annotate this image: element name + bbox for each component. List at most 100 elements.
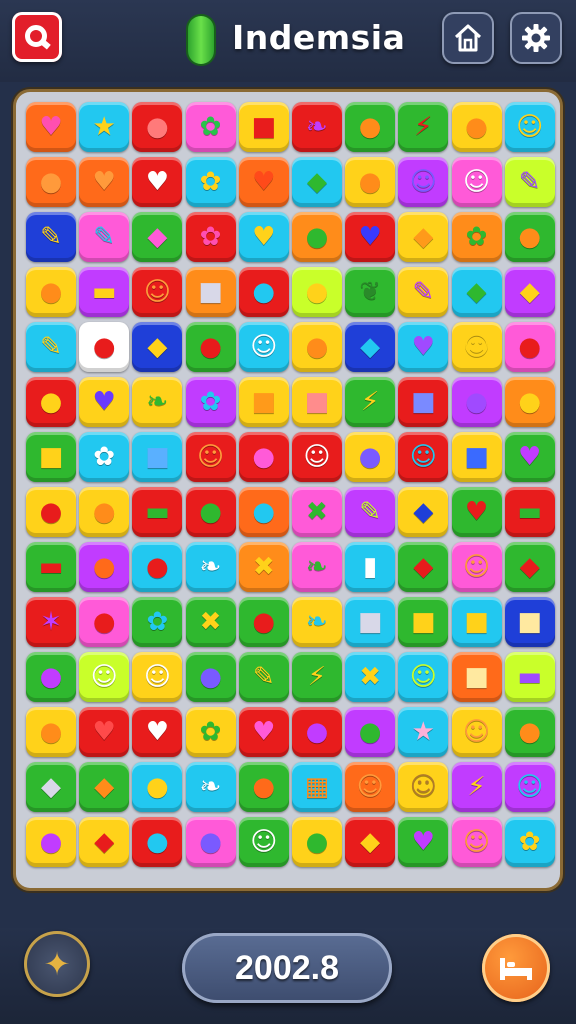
game-tile[interactable]: ❧ <box>291 597 342 647</box>
game-tile[interactable]: ♥ <box>79 377 130 427</box>
game-tile[interactable]: ■ <box>398 597 449 647</box>
game-tile[interactable]: ■ <box>238 102 289 152</box>
game-tile[interactable]: ■ <box>504 597 555 647</box>
game-tile[interactable]: ● <box>238 762 289 812</box>
game-tile[interactable]: ● <box>132 762 183 812</box>
game-tile[interactable]: ❧ <box>291 102 342 152</box>
game-tile[interactable]: ● <box>79 487 130 537</box>
game-tile[interactable]: ✶ <box>26 597 76 647</box>
game-tile[interactable]: ● <box>504 322 555 372</box>
game-tile[interactable]: ● <box>26 157 76 207</box>
game-tile[interactable]: ✖ <box>291 487 342 537</box>
game-tile[interactable]: ■ <box>451 597 502 647</box>
game-tile[interactable]: ◆ <box>79 817 130 867</box>
game-tile[interactable]: ◆ <box>398 542 449 592</box>
game-tile[interactable]: ● <box>185 322 236 372</box>
game-tile[interactable]: ⚡ <box>345 377 396 427</box>
game-tile[interactable]: ☺ <box>398 157 449 207</box>
game-tile[interactable]: ❧ <box>291 542 342 592</box>
game-tile[interactable]: ● <box>345 432 396 482</box>
game-tile[interactable]: ✎ <box>238 652 289 702</box>
game-tile[interactable]: ▬ <box>504 652 555 702</box>
game-tile[interactable]: ◆ <box>132 322 183 372</box>
game-tile[interactable]: ● <box>185 817 236 867</box>
game-tile[interactable]: ■ <box>291 377 342 427</box>
game-tile[interactable]: ● <box>132 102 183 152</box>
game-tile[interactable]: ● <box>291 707 342 757</box>
game-tile[interactable]: ♥ <box>79 157 130 207</box>
game-tile[interactable]: ❧ <box>185 762 236 812</box>
game-tile[interactable]: ◆ <box>291 157 342 207</box>
game-tile[interactable]: ● <box>345 102 396 152</box>
game-tile[interactable]: ● <box>185 652 236 702</box>
game-tile[interactable]: ◆ <box>398 487 449 537</box>
game-tile[interactable]: ● <box>291 267 342 317</box>
game-tile[interactable]: ★ <box>79 102 130 152</box>
game-tile[interactable]: ✖ <box>185 597 236 647</box>
game-tile[interactable]: ■ <box>238 377 289 427</box>
game-tile[interactable]: ✿ <box>185 707 236 757</box>
game-tile[interactable]: ♥ <box>398 322 449 372</box>
game-tile[interactable]: ● <box>79 597 130 647</box>
game-tile[interactable]: ● <box>79 322 130 372</box>
game-tile[interactable]: ☺ <box>291 432 342 482</box>
game-tile[interactable]: ◆ <box>132 212 183 262</box>
game-tile[interactable]: ♥ <box>345 212 396 262</box>
game-tile[interactable]: ✿ <box>132 597 183 647</box>
game-tile[interactable]: ■ <box>398 377 449 427</box>
game-tile[interactable]: ■ <box>451 652 502 702</box>
game-tile[interactable]: ✖ <box>345 652 396 702</box>
game-tile[interactable]: ✖ <box>238 542 289 592</box>
game-tile[interactable]: ▬ <box>504 487 555 537</box>
game-tile[interactable]: ✎ <box>504 157 555 207</box>
game-tile[interactable]: ☺ <box>398 432 449 482</box>
game-tile[interactable]: ♥ <box>132 707 183 757</box>
game-tile[interactable]: ● <box>291 322 342 372</box>
game-tile[interactable]: ● <box>26 267 76 317</box>
game-tile[interactable]: ☺ <box>451 157 502 207</box>
powerup-button[interactable]: ✦ <box>24 931 90 997</box>
game-tile[interactable]: ● <box>132 817 183 867</box>
game-tile[interactable]: ✿ <box>79 432 130 482</box>
game-tile[interactable]: ☺ <box>398 762 449 812</box>
settings-button[interactable] <box>510 12 562 64</box>
game-tile[interactable]: ✿ <box>185 377 236 427</box>
rest-button[interactable] <box>482 934 550 1002</box>
game-tile[interactable]: ✿ <box>185 157 236 207</box>
game-tile[interactable]: ⚡ <box>451 762 502 812</box>
game-tile[interactable]: ❦ <box>345 267 396 317</box>
game-tile[interactable]: ☺ <box>79 652 130 702</box>
game-tile[interactable]: ◆ <box>345 817 396 867</box>
game-tile[interactable]: ● <box>26 377 76 427</box>
game-tile[interactable]: ✿ <box>504 817 555 867</box>
game-tile[interactable]: ◆ <box>451 267 502 317</box>
game-tile[interactable]: ■ <box>26 432 76 482</box>
game-tile[interactable]: ◆ <box>79 762 130 812</box>
game-tile[interactable]: ✎ <box>26 322 76 372</box>
game-tile[interactable]: ● <box>238 267 289 317</box>
game-tile[interactable]: ❧ <box>132 377 183 427</box>
game-tile[interactable]: ✎ <box>26 212 76 262</box>
game-tile[interactable]: ▮ <box>345 542 396 592</box>
game-tile[interactable]: ◆ <box>26 762 76 812</box>
game-tile[interactable]: ♥ <box>238 212 289 262</box>
game-tile[interactable]: ♥ <box>132 157 183 207</box>
game-tile[interactable]: ■ <box>451 432 502 482</box>
game-tile[interactable]: ☺ <box>185 432 236 482</box>
game-tile[interactable]: ✿ <box>185 102 236 152</box>
game-tile[interactable]: ● <box>451 377 502 427</box>
game-tile[interactable]: ☺ <box>504 102 555 152</box>
game-tile[interactable]: ❧ <box>185 542 236 592</box>
game-tile[interactable]: ● <box>451 102 502 152</box>
game-tile[interactable]: ♥ <box>451 487 502 537</box>
game-tile[interactable]: ● <box>238 487 289 537</box>
game-tile[interactable]: ◆ <box>504 267 555 317</box>
game-tile[interactable]: ◆ <box>345 322 396 372</box>
game-tile[interactable]: ▦ <box>291 762 342 812</box>
game-tile[interactable]: ♥ <box>398 817 449 867</box>
game-tile[interactable]: ✎ <box>398 267 449 317</box>
game-tile[interactable]: ♥ <box>238 707 289 757</box>
game-tile[interactable]: ⚡ <box>398 102 449 152</box>
game-tile[interactable]: ● <box>238 597 289 647</box>
game-tile[interactable]: ⚡ <box>291 652 342 702</box>
